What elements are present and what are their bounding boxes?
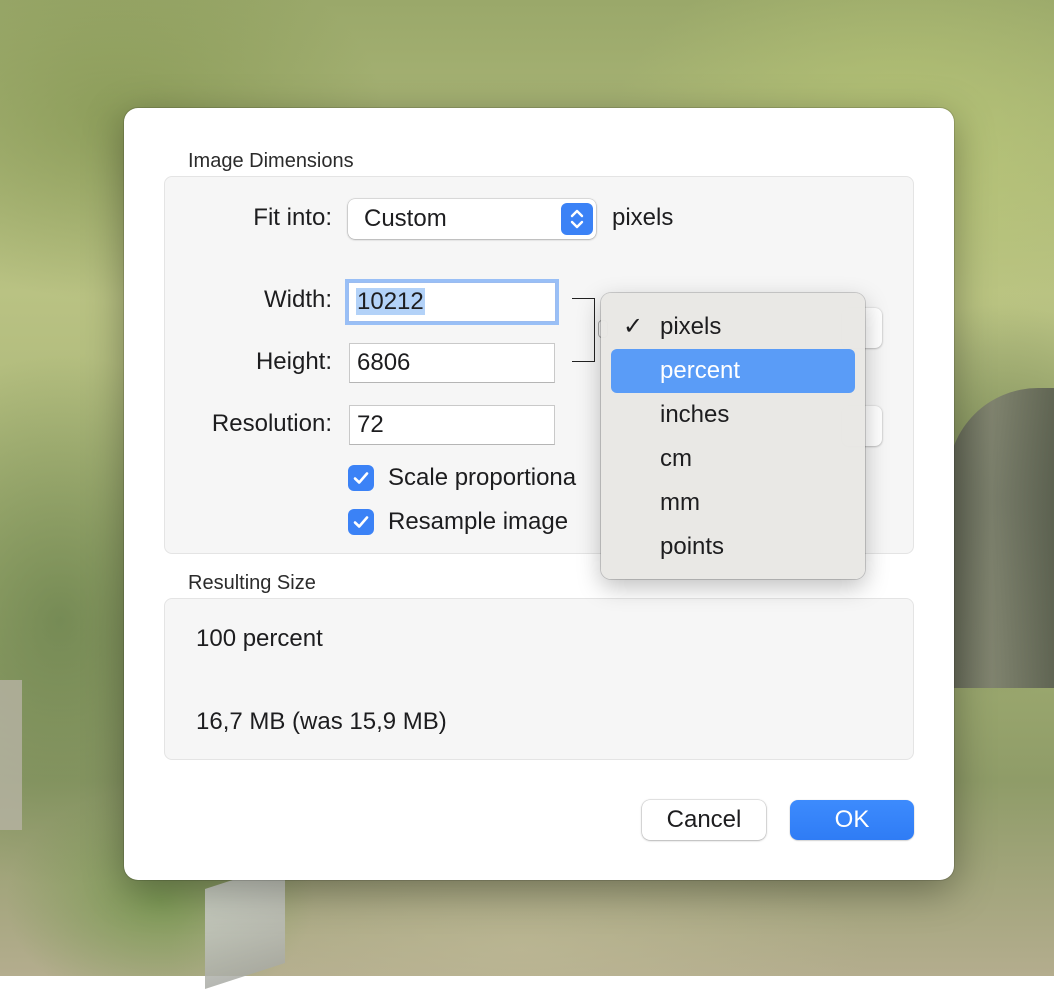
up-down-chevron-icon xyxy=(561,203,593,235)
resample-image-option[interactable]: Resample image xyxy=(348,508,568,536)
menu-item-label: mm xyxy=(660,489,700,516)
checkmark-icon xyxy=(353,472,369,484)
resulting-percent: 100 percent xyxy=(196,625,323,652)
resample-image-checkbox[interactable] xyxy=(348,509,374,535)
proportion-link-bracket xyxy=(572,298,595,362)
menu-item-label: points xyxy=(660,533,725,560)
menu-item-points[interactable]: points xyxy=(611,525,855,569)
fit-into-units: pixels xyxy=(612,204,674,231)
width-field[interactable]: 10212 xyxy=(348,282,556,322)
background-stone-arch xyxy=(948,388,1054,688)
height-field[interactable]: 6806 xyxy=(349,343,555,383)
checkmark-icon: ✓ xyxy=(623,313,644,340)
menu-item-cm[interactable]: cm xyxy=(611,437,855,481)
resolution-label: Resolution: xyxy=(211,410,332,437)
fit-into-label: Fit into: xyxy=(253,204,332,231)
units-dropdown-menu: ✓ pixels percent inches cm mm points xyxy=(601,293,865,579)
height-value: 6806 xyxy=(357,349,411,376)
menu-item-mm[interactable]: mm xyxy=(611,481,855,525)
fit-into-popup[interactable]: Custom xyxy=(348,199,596,239)
menu-item-inches[interactable]: inches xyxy=(611,393,855,437)
menu-item-label: pixels xyxy=(660,313,722,340)
menu-item-percent[interactable]: percent xyxy=(611,349,855,393)
menu-item-label: percent xyxy=(660,357,741,384)
resulting-size-title: Resulting Size xyxy=(188,572,316,594)
image-dimensions-title: Image Dimensions xyxy=(188,150,354,172)
height-label: Height: xyxy=(255,348,332,375)
scale-proportionally-option[interactable]: Scale proportiona xyxy=(348,464,576,492)
scale-proportionally-label: Scale proportiona xyxy=(388,464,577,491)
menu-item-label: cm xyxy=(660,445,692,472)
width-label: Width: xyxy=(263,286,332,313)
resolution-value: 72 xyxy=(357,411,384,438)
menu-item-pixels[interactable]: ✓ pixels xyxy=(611,305,855,349)
ok-button[interactable]: OK xyxy=(790,800,914,840)
resolution-field[interactable]: 72 xyxy=(349,405,555,445)
resulting-file-size: 16,7 MB (was 15,9 MB) xyxy=(196,708,447,735)
fit-into-value: Custom xyxy=(364,205,447,232)
width-value: 10212 xyxy=(356,288,425,315)
scale-proportionally-checkbox[interactable] xyxy=(348,465,374,491)
resample-image-label: Resample image xyxy=(388,508,569,535)
menu-item-label: inches xyxy=(660,401,730,428)
background-post xyxy=(0,680,22,830)
cancel-button[interactable]: Cancel xyxy=(642,800,766,840)
checkmark-icon xyxy=(353,516,369,528)
